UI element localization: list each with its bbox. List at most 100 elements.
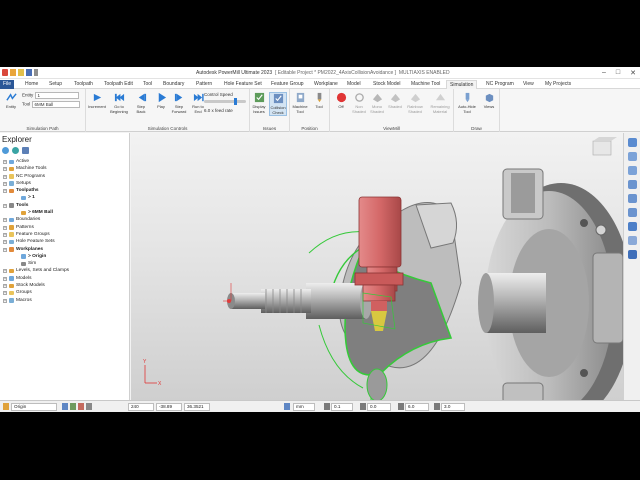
select-icon[interactable] <box>627 250 637 259</box>
tab-tool[interactable]: Tool <box>140 80 155 89</box>
stepover-field[interactable]: 3.0 <box>441 403 465 411</box>
front-view-icon[interactable] <box>627 152 637 161</box>
tab-hole-feature-set[interactable]: Hole Feature Set <box>221 80 265 89</box>
tolerance-field[interactable]: 0.1 <box>331 403 353 411</box>
shaded-view-icon[interactable] <box>627 222 637 231</box>
tree-item[interactable]: + Levels, Sets and Clamps <box>0 267 130 274</box>
delete-icon[interactable] <box>22 147 29 154</box>
tab-simulation[interactable]: Simulation <box>446 80 478 89</box>
non-shaded-button[interactable]: Non Shaded <box>350 92 368 114</box>
entity-select[interactable]: 1 <box>34 92 79 99</box>
expand-toggle-icon[interactable]: + <box>3 269 7 274</box>
grid-icon[interactable] <box>70 403 76 410</box>
maximize-button[interactable]: □ <box>616 69 620 77</box>
3d-viewport[interactable]: Y X <box>131 133 623 400</box>
zoom-out-icon[interactable] <box>627 208 637 217</box>
expand-toggle-icon[interactable]: + <box>3 181 7 186</box>
tree-item[interactable]: > Origin <box>0 253 130 260</box>
expand-toggle-icon[interactable]: + <box>3 203 7 208</box>
tree-item[interactable]: + Setups <box>0 180 130 187</box>
speed-slider-thumb[interactable] <box>234 98 237 105</box>
expand-toggle-icon[interactable]: + <box>3 174 7 179</box>
top-view-icon[interactable] <box>627 166 637 175</box>
expand-toggle-icon[interactable] <box>15 255 19 259</box>
tab-view[interactable]: View <box>520 80 537 89</box>
tab-home[interactable]: Home <box>22 80 41 89</box>
tab-workplane[interactable]: Workplane <box>311 80 341 89</box>
zoom-in-icon[interactable] <box>627 194 637 203</box>
tree-item[interactable]: Sim <box>0 260 130 267</box>
tree-item[interactable]: + Stock Models <box>0 282 130 289</box>
expand-toggle-icon[interactable] <box>15 262 19 266</box>
tree-item[interactable]: + Hole Feature Sets <box>0 238 130 245</box>
shaded-button[interactable]: Shaded <box>386 92 404 110</box>
tree-item[interactable]: + Boundaries <box>0 216 130 223</box>
expand-toggle-icon[interactable]: + <box>3 240 7 245</box>
filter-icon[interactable] <box>2 147 9 154</box>
tree-item[interactable]: + Tools <box>0 202 130 209</box>
undo-icon[interactable] <box>34 69 38 76</box>
tree-item[interactable]: + Macros <box>0 297 130 304</box>
play-button[interactable]: Play <box>152 92 170 110</box>
viewmill-off-button[interactable]: Off <box>332 92 350 110</box>
tool-position-button[interactable]: Tool <box>310 92 328 110</box>
tree-item[interactable]: + Active <box>0 158 130 165</box>
axis-icon[interactable] <box>78 403 84 410</box>
remaining-material-button[interactable]: Remaining Material <box>428 92 452 114</box>
open-project-icon[interactable] <box>18 69 24 76</box>
expand-toggle-icon[interactable]: + <box>3 225 7 230</box>
close-button[interactable]: ✕ <box>630 69 636 77</box>
speed-slider[interactable] <box>204 98 246 105</box>
machine-tool-position-button[interactable]: Machine Tool <box>291 92 309 114</box>
view-cube[interactable] <box>592 137 617 156</box>
diameter-field[interactable]: 6.0 <box>405 403 429 411</box>
tree-item[interactable]: > 1 <box>0 194 130 201</box>
auto-hide-tool-button[interactable]: Auto-Hide Tool <box>456 92 478 114</box>
expand-toggle-icon[interactable]: + <box>3 298 7 303</box>
tab-nc-program[interactable]: NC Program <box>483 80 517 89</box>
tree-item[interactable]: + NC Programs <box>0 173 130 180</box>
expand-toggle-icon[interactable] <box>15 196 19 200</box>
collision-check-button[interactable]: Collision Check <box>269 92 287 116</box>
step-forward-button[interactable]: Step Forward <box>170 92 188 114</box>
step-back-button[interactable]: Step Back <box>132 92 150 114</box>
tree-item[interactable]: + Groups <box>0 289 130 296</box>
display-issues-button[interactable]: Display Issues <box>250 92 268 114</box>
tool-select[interactable]: 6MM Ball <box>31 101 80 108</box>
expand-toggle-icon[interactable]: + <box>3 276 7 281</box>
thickness-field[interactable]: 0.0 <box>367 403 391 411</box>
expand-toggle-icon[interactable] <box>15 211 19 215</box>
tree-item[interactable]: + Models <box>0 275 130 282</box>
expand-toggle-icon[interactable]: + <box>3 247 7 252</box>
tree-item[interactable]: + Patterns <box>0 224 130 231</box>
rainbow-shaded-button[interactable]: Rainbow Shaded <box>404 92 426 114</box>
expand-toggle-icon[interactable]: + <box>3 160 7 164</box>
units-select[interactable]: mm <box>293 403 315 411</box>
go-to-beginning-button[interactable]: Go to Beginning <box>110 92 128 114</box>
tree-item[interactable]: + Workplanes <box>0 246 130 253</box>
tree-item[interactable]: + Feature Groups <box>0 231 130 238</box>
tab-boundary[interactable]: Boundary <box>160 80 187 89</box>
minimize-button[interactable]: – <box>602 69 606 77</box>
tab-toolpath-edit[interactable]: Toolpath Edit <box>101 80 136 89</box>
snap-icon[interactable] <box>62 403 68 410</box>
zoom-fit-icon[interactable] <box>627 180 637 189</box>
expand-toggle-icon[interactable]: + <box>3 232 7 237</box>
save-icon[interactable] <box>26 69 32 76</box>
tree-item[interactable]: + Toolpaths <box>0 187 130 194</box>
iso-view-icon[interactable] <box>627 138 637 147</box>
increment-button[interactable]: Increment <box>88 92 106 110</box>
expand-toggle-icon[interactable]: + <box>3 218 7 223</box>
refresh-icon[interactable] <box>12 147 19 154</box>
views-button[interactable]: Views <box>480 92 498 110</box>
tab-pattern[interactable]: Pattern <box>193 80 215 89</box>
expand-toggle-icon[interactable]: + <box>3 291 7 296</box>
tab-machine-tool[interactable]: Machine Tool <box>408 80 443 89</box>
tab-file[interactable]: File <box>0 80 14 89</box>
workplane-select[interactable]: Origin <box>11 403 57 411</box>
wireframe-icon[interactable] <box>627 236 637 245</box>
new-project-icon[interactable] <box>10 69 16 76</box>
tab-my-projects[interactable]: My Projects <box>542 80 574 89</box>
tree-item[interactable]: + Machine Tools <box>0 165 130 172</box>
tree-item[interactable]: > 6MM Ball <box>0 209 130 216</box>
